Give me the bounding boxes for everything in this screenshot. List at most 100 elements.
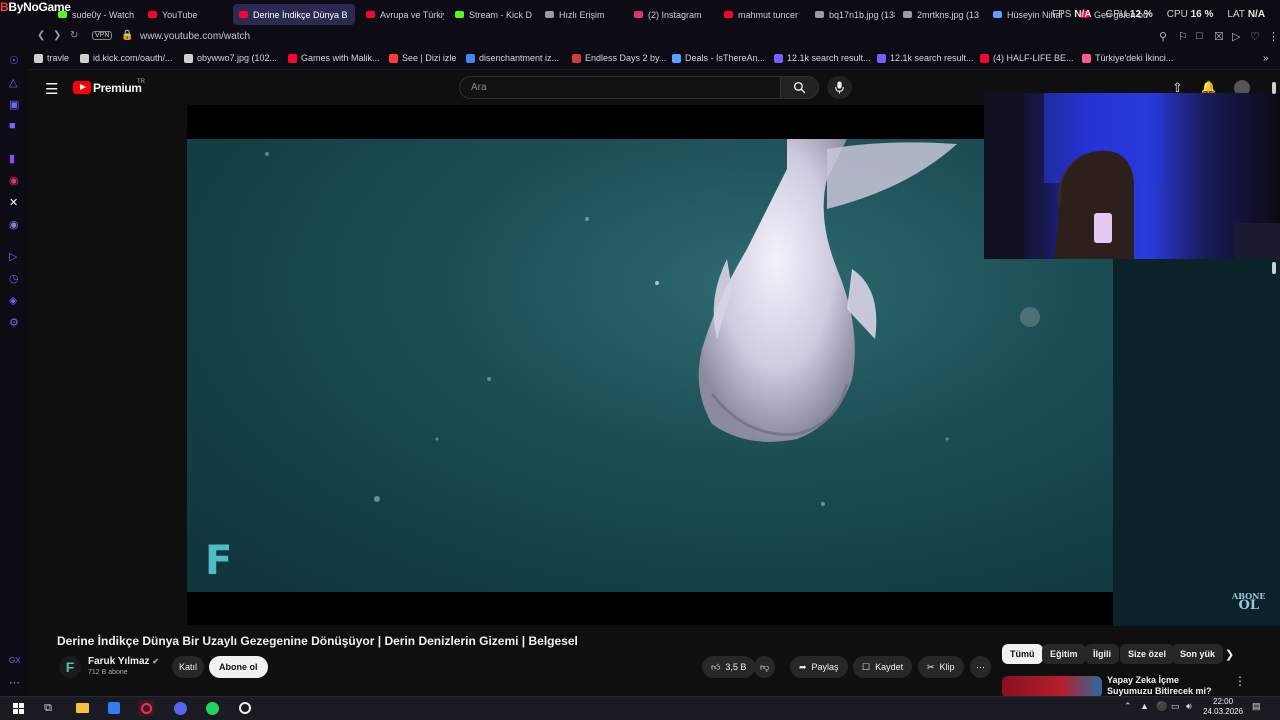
browser-tab[interactable]: bq17n1b.jpg (138 [815, 4, 895, 25]
windows-start-icon[interactable] [10, 700, 26, 716]
like-button[interactable]: 👍︎ 3,5 B [702, 656, 756, 678]
network-icon[interactable]: ▲ [1140, 701, 1149, 711]
file-explorer-icon[interactable] [74, 700, 90, 716]
chips-next-icon[interactable]: ❯ [1225, 648, 1234, 661]
tab-label: mahmut tuncer [738, 9, 799, 20]
filter-chip[interactable]: Tümü [1002, 644, 1043, 664]
bookmark-item[interactable]: id.kick.com/oauth/... [80, 53, 173, 63]
opera-gx-icon[interactable] [138, 700, 154, 716]
bookmark-item[interactable]: Endless Days 2 by... [572, 53, 666, 63]
channel-name[interactable]: Faruk Yılmaz ✔ [88, 656, 159, 667]
tab-label: sude0y - Watch [72, 9, 135, 20]
filter-chip[interactable]: Eğitim [1042, 644, 1086, 664]
sidebar-instagram-icon[interactable]: ◉ [9, 174, 19, 187]
bookmark-item[interactable]: disenchantment iz... [466, 53, 559, 63]
bookmark-item[interactable]: Türkiye'deki İkinci... [1082, 53, 1173, 63]
shield-icon[interactable]: ☒ [1214, 30, 1224, 43]
back-icon[interactable]: ❮ [37, 30, 45, 41]
bookmark-item[interactable]: 12.1k search result... [774, 53, 871, 63]
steelseries-icon[interactable] [237, 700, 253, 716]
sidebar-gx-icon[interactable]: GX [9, 656, 21, 665]
recommendation-menu-icon[interactable]: ⋮ [1234, 674, 1246, 688]
bookmark-item[interactable]: See | Dizi izle [389, 53, 456, 63]
youtube-premium-label[interactable]: Premium [93, 81, 142, 95]
heart-icon[interactable]: ♡ [1250, 30, 1260, 43]
menu-icon[interactable]: ⋮ [1268, 30, 1279, 43]
bookmark-favicon-icon [466, 53, 475, 63]
bookmark-item[interactable]: travle [34, 53, 69, 63]
bookmark-item[interactable]: (4) HALF-LIFE BE... [980, 53, 1074, 63]
browser-tab[interactable]: Derine İndikçe Dünya B [233, 4, 355, 25]
sidebar-extensions-icon[interactable]: ◈ [9, 294, 17, 307]
sidebar-aria-icon[interactable]: ☉ [9, 54, 19, 67]
sidebar-x-icon[interactable]: ✕ [9, 196, 18, 209]
more-actions-button[interactable]: ⋯ [970, 656, 991, 678]
microphone-tray-icon[interactable]: ⚫ [1156, 701, 1167, 712]
discord-icon[interactable] [172, 700, 188, 716]
page-scrollbar-thumb[interactable] [1272, 82, 1276, 94]
bookmarks-overflow-icon[interactable]: » [1263, 53, 1269, 64]
sidebar-more-icon[interactable]: ⋯ [9, 676, 20, 689]
play-icon[interactable]: ▷ [1232, 30, 1240, 43]
screenshot-icon[interactable]: □ [1196, 30, 1203, 42]
bookmark-item[interactable]: 12.1k search result... [877, 53, 974, 63]
search-input[interactable]: Ara [459, 76, 781, 99]
share-button[interactable]: ➦ Paylaş [790, 656, 848, 678]
save-button[interactable]: ☐ Kaydet [853, 656, 913, 678]
vpn-badge[interactable]: VPN [92, 31, 113, 40]
subscribe-overlay[interactable]: ABONE OL [1232, 592, 1266, 613]
sidebar-settings-icon[interactable]: ⚙ [9, 316, 19, 329]
recommendation-title[interactable]: Yapay Zeka İçme Suyumuzu Bitirecek mi? [1107, 675, 1227, 696]
sidebar-history-icon[interactable]: ◷ [9, 272, 19, 285]
recommendation-thumbnail[interactable] [1002, 676, 1102, 698]
tray-overflow-icon[interactable]: ⌃ [1124, 701, 1132, 712]
zoom-icon[interactable]: ⚲ [1159, 30, 1167, 43]
browser-tab[interactable]: Stream - Kick D [455, 4, 533, 25]
browser-tab[interactable]: Hızlı Erişim [545, 4, 623, 25]
voice-search-button[interactable] [827, 76, 852, 99]
reload-icon[interactable]: ↻ [70, 30, 78, 41]
search-button[interactable] [780, 76, 819, 99]
sidebar-gaming-icon[interactable]: ▣ [9, 98, 19, 111]
lock-icon[interactable]: 🔒 [121, 30, 133, 41]
panel-scrollbar-thumb[interactable] [1272, 262, 1276, 274]
filter-chip[interactable]: İlgili [1085, 644, 1119, 664]
spotify-icon[interactable] [204, 700, 220, 716]
bookmark-item[interactable]: obywwo7.jpg (102... [184, 53, 277, 63]
forward-icon[interactable]: ❯ [53, 30, 61, 41]
bookmark-item[interactable]: Games with Malik... [288, 53, 380, 63]
join-button[interactable]: Katıl [172, 656, 205, 678]
clip-button[interactable]: ✂ Klip [918, 656, 964, 678]
channel-watermark[interactable]: F [205, 538, 232, 584]
filter-chip[interactable]: Son yük [1172, 644, 1224, 664]
guide-menu-icon[interactable]: ☰ [45, 80, 58, 98]
browser-tab[interactable]: mahmut tuncer [724, 4, 804, 25]
bookmark-item[interactable]: Deals - IsThereAn... [672, 53, 765, 63]
sidebar-shop-icon[interactable]: △ [9, 76, 17, 89]
display-icon[interactable]: ▭ [1171, 701, 1180, 712]
sidebar-discord-icon[interactable]: ◉ [9, 218, 19, 231]
browser-tab[interactable]: Avrupa ve Türkiye [366, 4, 444, 25]
subscribe-button[interactable]: Abone ol [209, 656, 268, 678]
browser-tab[interactable]: (2) Instagram [634, 4, 712, 25]
dislike-button[interactable]: 👎︎ [754, 656, 776, 678]
store-icon[interactable] [106, 700, 122, 716]
sidebar-messenger-icon[interactable]: ■ [9, 120, 16, 132]
browser-tab[interactable]: YouTube [148, 4, 212, 25]
system-clock[interactable]: 22:00 24.03.2026 [1203, 697, 1243, 717]
sidebar-player-icon[interactable]: ▷ [9, 250, 17, 263]
browser-tab[interactable]: sude0y - Watch [58, 4, 136, 25]
browser-tab[interactable]: 2mrtkns.jpg (13 [903, 4, 981, 25]
video-frame[interactable] [187, 139, 1113, 592]
task-view-icon[interactable]: ⧉ [40, 700, 56, 716]
youtube-logo-icon[interactable] [73, 81, 91, 94]
bookmark-add-icon[interactable]: ⚐ [1178, 30, 1188, 43]
bookmark-label: travle [47, 53, 70, 63]
url-field[interactable]: www.youtube.com/watch [140, 31, 250, 42]
filter-chip[interactable]: Size özel [1120, 644, 1175, 664]
notification-center-icon[interactable]: ▤ [1252, 701, 1261, 712]
channel-avatar[interactable]: F [59, 656, 81, 678]
volume-icon[interactable]: 🔊︎ [1186, 701, 1192, 712]
sidebar-twitch-icon[interactable]: ▮ [9, 152, 15, 165]
notifications-bell-icon[interactable]: 🔔 [1201, 80, 1216, 94]
